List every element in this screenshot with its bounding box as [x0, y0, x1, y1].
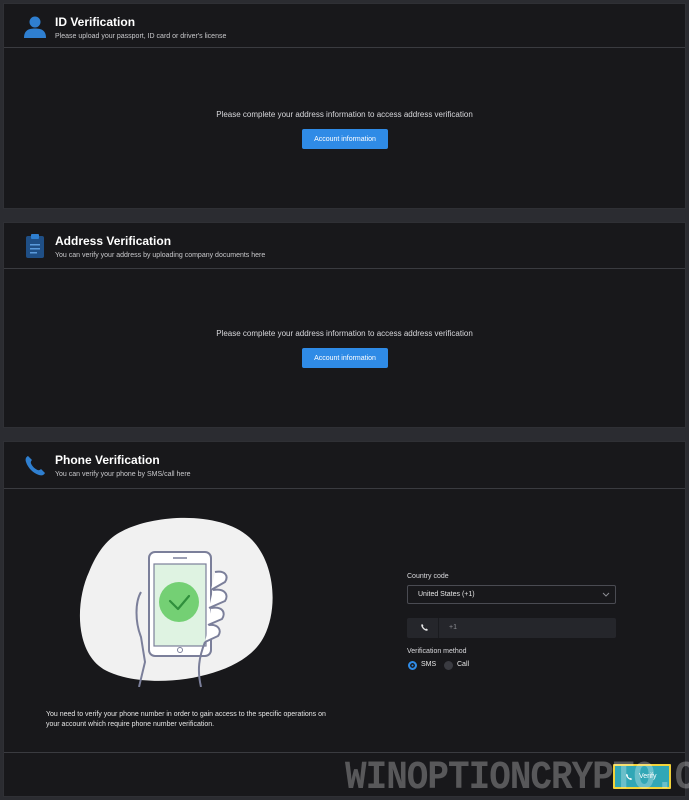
verify-button[interactable]: Verify	[613, 764, 671, 789]
phone-verification-illustration	[79, 517, 273, 687]
id-verification-subtitle: Please upload your passport, ID card or …	[55, 33, 227, 40]
phone-verification-card: Phone Verification You can verify your p…	[3, 441, 686, 797]
address-verification-header: Address Verification You can verify your…	[4, 223, 685, 269]
phone-prefix: +1	[449, 624, 457, 631]
clipboard-icon	[26, 234, 44, 258]
address-verification-message: Please complete your address information…	[216, 329, 473, 338]
address-verification-title: Address Verification	[55, 234, 172, 248]
call-radio-label: Call	[457, 661, 470, 668]
verify-button-label: Verify	[639, 773, 657, 780]
address-verification-card: Address Verification You can verify your…	[3, 222, 686, 428]
country-code-select[interactable]: United States (+1)	[407, 585, 616, 604]
sms-radio-label: SMS	[421, 661, 437, 668]
card-footer-divider	[4, 752, 685, 753]
phone-number-input[interactable]: +1	[407, 618, 616, 638]
address-account-information-button[interactable]: Account information	[302, 348, 388, 368]
phone-verification-header: Phone Verification You can verify your p…	[4, 442, 685, 489]
call-radio[interactable]	[444, 661, 453, 670]
sms-radio[interactable]	[408, 661, 417, 670]
phone-verification-description: You need to verify your phone number in …	[46, 711, 326, 728]
country-code-label: Country code	[407, 573, 449, 580]
verification-method-label: Verification method	[407, 648, 467, 655]
id-verification-card: ID Verification Please upload your passp…	[3, 3, 686, 209]
phone-icon	[25, 456, 45, 476]
id-verification-message: Please complete your address information…	[216, 110, 473, 119]
phone-icon	[421, 624, 428, 631]
address-verification-subtitle: You can verify your address by uploading…	[55, 252, 266, 259]
phone-verification-title: Phone Verification	[55, 453, 160, 467]
user-icon	[24, 16, 46, 38]
chevron-down-icon	[602, 592, 610, 597]
phone-input-divider	[438, 618, 439, 638]
id-verification-title: ID Verification	[55, 15, 136, 29]
country-code-value: United States (+1)	[418, 591, 475, 598]
id-verification-header: ID Verification Please upload your passp…	[4, 4, 685, 48]
phone-icon	[626, 773, 633, 780]
id-account-information-button[interactable]: Account information	[302, 129, 388, 149]
phone-verification-subtitle: You can verify your phone by SMS/call he…	[55, 471, 191, 478]
